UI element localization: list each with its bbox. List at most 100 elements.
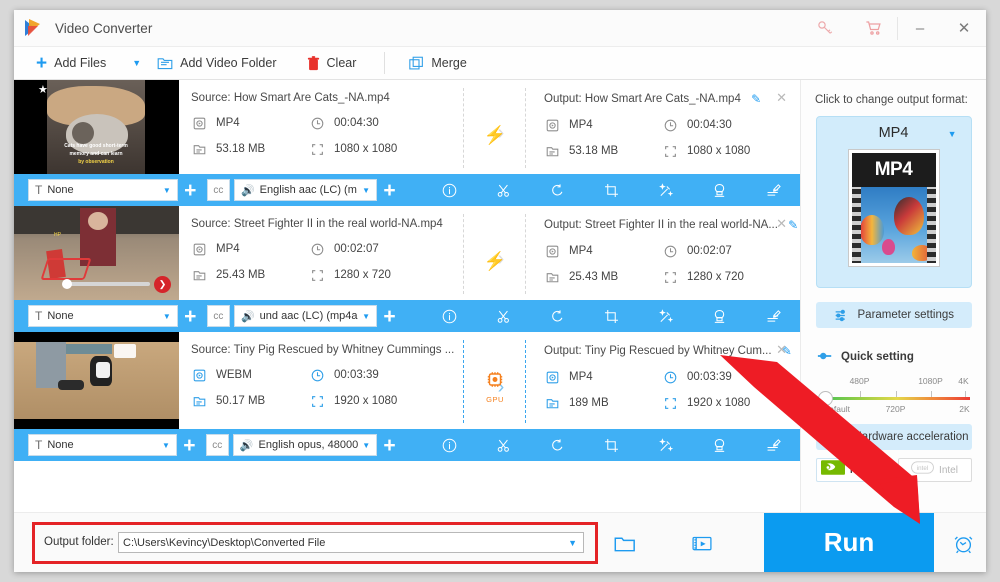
crop-icon[interactable] (584, 429, 638, 461)
output-folder-input[interactable]: C:\Users\Kevincy\Desktop\Converted File … (118, 532, 584, 553)
add-subtitle-button[interactable]: + (178, 306, 203, 327)
crop-icon[interactable] (584, 174, 638, 206)
add-video-folder-button[interactable]: Add Video Folder (157, 47, 277, 80)
rotate-icon[interactable] (530, 174, 584, 206)
audio-select[interactable]: 🔊 English aac (LC) (m ▼ (233, 179, 377, 201)
chevron-down-icon: ▼ (362, 440, 371, 450)
chevron-down-icon[interactable]: ▼ (948, 129, 957, 139)
rotate-icon[interactable] (530, 300, 584, 332)
add-subtitle-button[interactable]: + (178, 180, 203, 201)
remove-file-button[interactable]: ✕ (776, 90, 787, 106)
slider-knob[interactable] (817, 391, 833, 406)
chevron-down-icon[interactable]: ▼ (568, 538, 577, 548)
subtitle-edit-icon[interactable] (746, 174, 800, 206)
output-size: 189 MB (544, 395, 662, 411)
format-thumbnail: MP4 (847, 149, 940, 267)
info-icon[interactable] (422, 300, 476, 332)
file-row[interactable]: ★ Cats have good short-term memory and c… (14, 80, 800, 174)
subtitle-select[interactable]: T None ▼ (28, 434, 177, 456)
rotate-icon[interactable] (530, 429, 584, 461)
nvidia-accel-button[interactable]: NVIDIA (815, 458, 890, 482)
cut-icon[interactable] (476, 300, 530, 332)
audio-select[interactable]: 🔊 und aac (LC) (mp4a ▼ (233, 305, 377, 327)
closed-caption-button[interactable]: cc (206, 305, 230, 327)
audio-select[interactable]: 🔊 English opus, 48000 ▼ (232, 434, 378, 456)
closed-caption-button[interactable]: cc (205, 434, 229, 456)
file-row[interactable]: Source: Tiny Pig Rescued by Whitney Cumm… (14, 332, 800, 429)
thumbnail[interactable]: ★ Cats have good short-term memory and c… (14, 80, 179, 174)
quality-slider[interactable]: 480P 1080P 4K Default 720P 2K (817, 376, 970, 420)
clock-icon (662, 117, 678, 133)
chip-icon (830, 430, 845, 445)
cart-icon[interactable] (849, 10, 897, 47)
closed-caption-button[interactable]: cc (206, 179, 230, 201)
hardware-acceleration-button[interactable]: Hardware acceleration (815, 424, 972, 450)
output-size: 25.43 MB (544, 269, 662, 285)
source-duration: 00:03:39 (309, 367, 464, 383)
source-title: Source: Street Fighter II in the real wo… (191, 218, 443, 230)
add-audio-button[interactable]: + (377, 306, 402, 327)
add-files-dropdown-caret[interactable]: ▼ (132, 58, 141, 68)
output-resolution: 1280 x 720 (662, 269, 800, 285)
video-format-icon (544, 117, 560, 133)
effect-icon[interactable] (638, 300, 692, 332)
browse-folder-button[interactable] (614, 535, 636, 558)
source-resolution: 1280 x 720 (309, 267, 464, 283)
resolution-icon (662, 269, 678, 285)
subtitle-select[interactable]: T None ▼ (28, 179, 178, 201)
video-format-icon (544, 243, 560, 259)
output-title: Output: How Smart Are Cats_-NA.mp4 (544, 93, 741, 106)
source-resolution: 1920 x 1080 (309, 393, 464, 409)
key-icon[interactable] (801, 10, 849, 47)
thumb-caption-line1: Cats have good short-term (64, 143, 128, 149)
clear-label: Clear (326, 56, 357, 70)
source-duration: 00:02:07 (309, 241, 464, 257)
rename-icon[interactable]: ✎ (788, 218, 798, 232)
clear-button[interactable]: Clear (307, 47, 357, 80)
close-button[interactable]: ✕ (942, 10, 986, 47)
media-info-button[interactable] (692, 535, 712, 557)
remove-file-button[interactable]: ✕ (776, 216, 787, 232)
merge-button[interactable]: Merge (409, 47, 467, 80)
output-folder-label: Output folder: (44, 536, 114, 548)
minimize-button[interactable]: – (898, 10, 942, 47)
parameter-settings-button[interactable]: Parameter settings (815, 302, 972, 328)
rename-icon[interactable]: ✎ (751, 92, 761, 106)
file-row[interactable]: HP ❯ Source: Street Fighter II in the re… (14, 206, 800, 300)
subtitle-edit-icon[interactable] (746, 300, 800, 332)
crop-icon[interactable] (584, 300, 638, 332)
run-button[interactable]: Run (764, 513, 934, 572)
format-hint: Click to change output format: (815, 94, 968, 106)
add-audio-button[interactable]: + (377, 435, 402, 456)
output-format-card[interactable]: MP4 ▼ MP4 (815, 116, 972, 288)
video-format-icon (191, 115, 207, 131)
schedule-button[interactable] (952, 533, 975, 559)
chevron-down-icon: ▼ (362, 311, 370, 321)
effect-icon[interactable] (638, 429, 692, 461)
file-size-icon (544, 395, 560, 411)
cut-icon[interactable] (476, 429, 530, 461)
add-audio-button[interactable]: + (377, 180, 402, 201)
add-files-button[interactable]: + Add Files (36, 47, 106, 80)
thumbnail[interactable] (14, 332, 179, 429)
subtitle-select[interactable]: T None ▼ (28, 305, 178, 327)
thumbnail[interactable]: HP ❯ (14, 206, 179, 300)
info-icon[interactable] (422, 174, 476, 206)
speaker-icon: 🔊 (239, 439, 254, 452)
effect-icon[interactable] (638, 174, 692, 206)
watermark-icon[interactable] (692, 300, 746, 332)
source-size: 53.18 MB (191, 141, 309, 157)
info-icon[interactable] (422, 429, 476, 461)
add-subtitle-button[interactable]: + (177, 435, 202, 456)
watermark-icon[interactable] (692, 174, 746, 206)
remove-file-button[interactable]: ✕ (776, 342, 787, 358)
intel-accel-button[interactable]: intel Intel (897, 458, 972, 482)
subtitle-icon: T (35, 183, 43, 197)
subtitle-edit-icon[interactable] (746, 429, 800, 461)
app-window: Video Converter – ✕ + Add Files ▼ Add Vi… (14, 10, 986, 572)
output-format: MP4 (544, 243, 662, 259)
speaker-icon: 🔊 (240, 184, 255, 197)
cut-icon[interactable] (476, 174, 530, 206)
watermark-icon[interactable] (692, 429, 746, 461)
output-resolution: 1920 x 1080 (662, 395, 800, 411)
